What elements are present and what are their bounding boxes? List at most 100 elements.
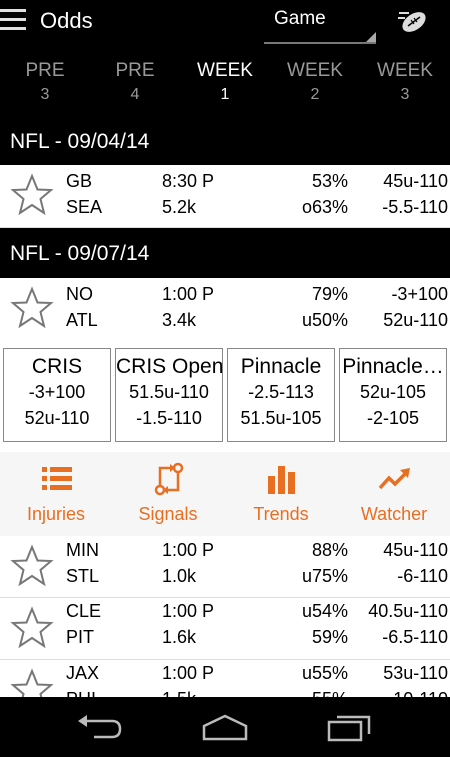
section-header: NFL - 09/04/14 — [0, 116, 450, 165]
week-number: 4 — [130, 86, 140, 103]
star-icon[interactable] — [10, 286, 54, 330]
book-line-2: -2-105 — [366, 408, 420, 428]
book-line-2: -1.5-110 — [136, 408, 202, 428]
system-nav-bar — [0, 697, 450, 757]
back-icon[interactable] — [74, 712, 124, 742]
book-card-pinnacle-2[interactable]: Pinnacle… 52u-105 -2-105 — [339, 348, 447, 442]
line-2: -6-110 — [397, 566, 448, 586]
team-away: CLE — [66, 601, 102, 621]
book-line-2: 51.5u-105 — [240, 408, 322, 428]
action-label: Signals — [138, 504, 198, 524]
game-row[interactable]: GB SEA 8:30 P 5.2k 53% o63% 45u-110 -5.5… — [0, 165, 450, 228]
week-tab-week-1[interactable]: WEEK 1 — [180, 60, 270, 106]
line-2: -6.5-110 — [382, 627, 448, 647]
bar-chart-icon — [268, 466, 295, 494]
team-home: STL — [66, 566, 100, 586]
book-line-1: -2.5-113 — [248, 382, 314, 402]
trends-button[interactable]: Trends — [225, 452, 337, 536]
line-2: 52u-110 — [383, 310, 448, 330]
game-time: 1:00 P — [162, 601, 215, 621]
week-number: 3 — [40, 86, 50, 103]
home-icon[interactable] — [200, 712, 250, 742]
hamburger-menu-icon[interactable] — [0, 9, 26, 33]
week-number: 3 — [400, 86, 410, 103]
bet-count: 1.6k — [162, 627, 197, 647]
team-home: PIT — [66, 627, 95, 647]
game-row[interactable]: CLE PIT 1:00 P 1.6k u54% 59% 40.5u-110 -… — [0, 598, 450, 660]
line-1: 53u-110 — [383, 663, 448, 683]
team-home: SEA — [66, 197, 103, 217]
line-1: 45u-110 — [383, 171, 448, 191]
book-name: CRIS Open — [116, 355, 223, 378]
game-time: 1:00 P — [162, 540, 215, 560]
game-time: 1:00 P — [162, 284, 215, 304]
signals-button[interactable]: Signals — [112, 452, 224, 536]
app-title: Odds — [40, 8, 93, 33]
star-icon[interactable] — [10, 606, 54, 650]
percent-2: u75% — [301, 566, 348, 586]
recent-apps-icon[interactable] — [325, 712, 375, 742]
line-2: -5.5-110 — [382, 197, 448, 217]
week-number: 2 — [310, 86, 320, 103]
team-home: ATL — [66, 310, 98, 330]
line-1: 40.5u-110 — [368, 601, 448, 621]
bet-count: 5.2k — [162, 197, 197, 217]
week-tab-week-3[interactable]: WEEK 3 — [360, 60, 450, 106]
book-line-1: 52u-105 — [359, 382, 427, 402]
injuries-button[interactable]: Injuries — [0, 452, 112, 536]
line-1: -3+100 — [391, 284, 448, 304]
section-title: NFL - 09/04/14 — [10, 130, 150, 153]
percent-1: 88% — [311, 540, 348, 560]
week-label: PRE — [115, 60, 155, 81]
week-label: WEEK — [197, 60, 253, 81]
percent-2: 59% — [311, 627, 348, 647]
bet-count: 3.4k — [162, 310, 197, 330]
game-row[interactable]: MIN STL 1:00 P 1.0k 88% u75% 45u-110 -6-… — [0, 536, 450, 598]
action-bar: Odds Game — [0, 0, 450, 44]
percent-1: 79% — [311, 284, 348, 304]
book-name: Pinnacle — [240, 355, 322, 378]
book-name: CRIS — [31, 355, 83, 378]
percent-2: o63% — [301, 197, 348, 217]
book-card-cris-open[interactable]: CRIS Open 51.5u-110 -1.5-110 — [115, 348, 223, 442]
action-label: Injuries — [26, 504, 86, 524]
book-card-cris[interactable]: CRIS -3+100 52u-110 — [3, 348, 111, 442]
action-label: Trends — [253, 504, 309, 524]
book-card-pinnacle[interactable]: Pinnacle -2.5-113 51.5u-105 — [227, 348, 335, 442]
percent-1: u54% — [301, 601, 348, 621]
star-icon[interactable] — [10, 173, 54, 217]
view-dropdown[interactable]: Game — [264, 4, 376, 44]
section-title: NFL - 09/07/14 — [10, 242, 150, 265]
trend-up-icon — [378, 468, 410, 490]
dropdown-corner-icon — [366, 32, 376, 42]
game-time: 1:00 P — [162, 663, 215, 683]
section-header: NFL - 09/07/14 — [0, 228, 450, 278]
line-1: 45u-110 — [383, 540, 448, 560]
action-strip: Injuries Signals Trends Watcher — [0, 452, 450, 537]
percent-1: 53% — [311, 171, 348, 191]
book-line-1: -3+100 — [28, 382, 86, 402]
week-tab-week-2[interactable]: WEEK 2 — [270, 60, 360, 106]
week-tab-pre-3[interactable]: PRE 3 — [0, 60, 90, 106]
game-row[interactable]: NO ATL 1:00 P 3.4k 79% u50% -3+100 52u-1… — [0, 278, 450, 341]
book-name: Pinnacle… — [342, 355, 444, 378]
action-label: Watcher — [360, 504, 428, 524]
week-tab-pre-4[interactable]: PRE 4 — [90, 60, 180, 106]
dropdown-value: Game — [274, 8, 326, 29]
percent-2: u50% — [301, 310, 348, 330]
bet-count: 1.0k — [162, 566, 197, 586]
star-icon[interactable] — [10, 544, 54, 588]
team-away: GB — [66, 171, 93, 191]
team-away: JAX — [66, 663, 100, 683]
week-label: WEEK — [377, 60, 433, 81]
book-line-2: 52u-110 — [24, 408, 90, 428]
week-label: PRE — [25, 60, 65, 81]
signals-icon — [154, 462, 184, 496]
team-away: NO — [66, 284, 93, 304]
watcher-button[interactable]: Watcher — [338, 452, 450, 536]
list-icon — [42, 467, 72, 490]
percent-1: u55% — [301, 663, 348, 683]
football-icon[interactable] — [396, 4, 430, 38]
week-label: WEEK — [287, 60, 343, 81]
team-away: MIN — [66, 540, 99, 560]
